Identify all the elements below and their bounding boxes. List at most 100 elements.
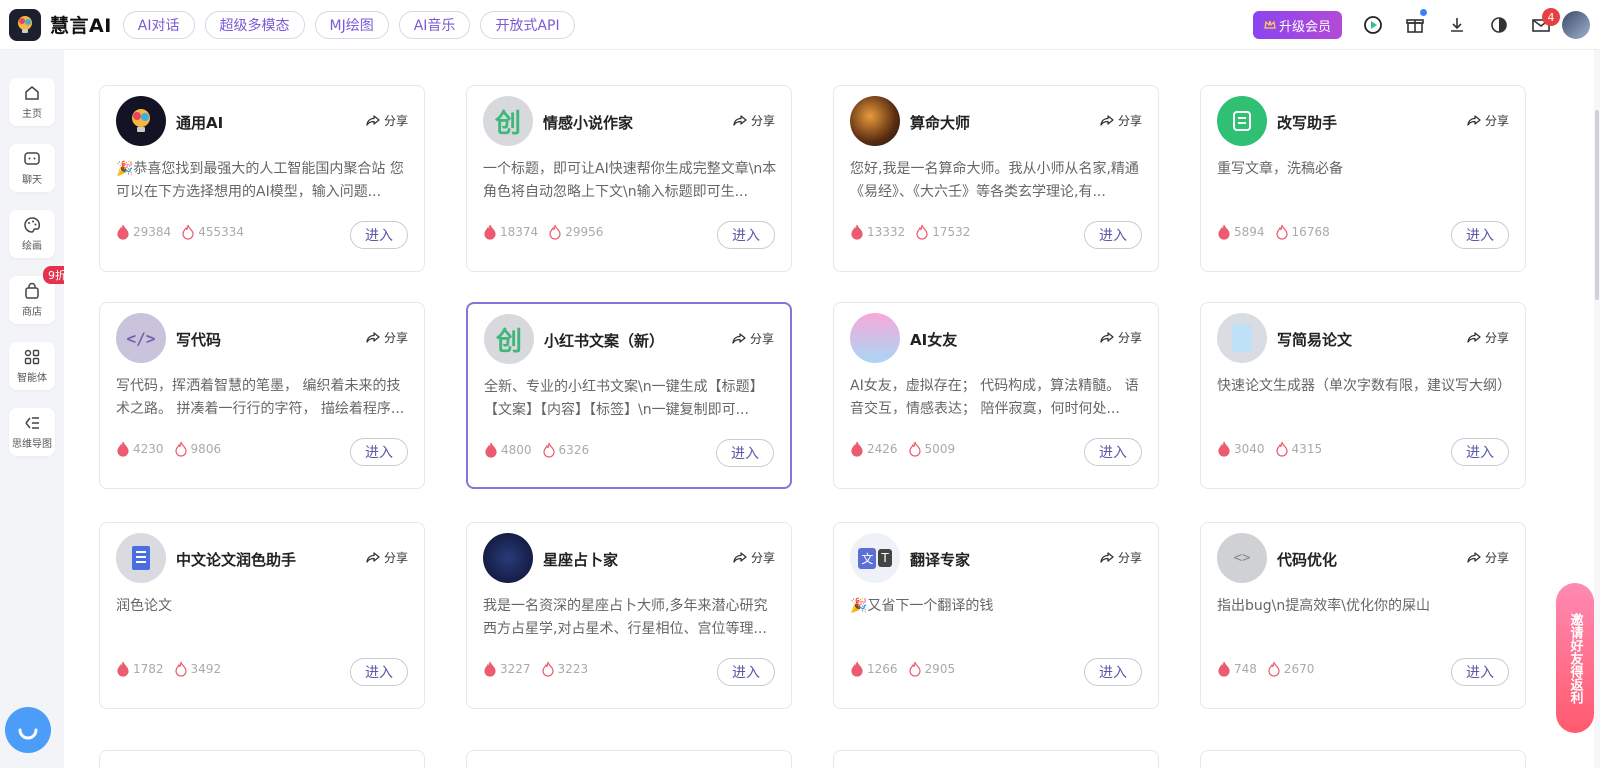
use-count: 17532 — [932, 225, 971, 239]
sidebar-item-label: 商店 — [22, 307, 42, 318]
sidebar-item-chat[interactable]: 聊天 — [9, 144, 55, 192]
enter-button[interactable]: 进入 — [717, 658, 775, 686]
hot-count: 748 — [1234, 662, 1257, 676]
enter-button[interactable]: 进入 — [1451, 438, 1509, 466]
sidebar-item-home[interactable]: 主页 — [9, 78, 55, 126]
user-avatar[interactable] — [1562, 11, 1590, 39]
share-button[interactable]: 分享 — [1099, 329, 1142, 346]
fire-icon — [1218, 661, 1230, 677]
enter-button[interactable]: 进入 — [350, 221, 408, 249]
use-count: 9806 — [190, 442, 222, 456]
fire-icon — [908, 661, 921, 677]
card-stats: 3227 3223 — [483, 661, 588, 677]
card-title: 写代码 — [176, 331, 222, 349]
hot-count: 3040 — [1234, 442, 1265, 456]
use-count: 2670 — [1283, 662, 1315, 676]
enter-button[interactable]: 进入 — [717, 221, 775, 249]
card-description: 🎉又省下一个翻译的钱 — [850, 598, 994, 614]
card-avatar — [116, 533, 166, 583]
share-button[interactable]: 分享 — [365, 549, 408, 566]
agent-card-partial[interactable] — [99, 750, 425, 768]
hot-count: 4800 — [501, 443, 532, 457]
share-icon — [1467, 551, 1481, 563]
share-label: 分享 — [1484, 551, 1509, 565]
card-title: 翻译专家 — [910, 551, 971, 569]
agent-card[interactable]: 改写助手 分享 重写文章，洗稿必备 5894 16768 进入 — [1200, 85, 1526, 272]
tab-open-api[interactable]: 开放式API — [480, 10, 575, 39]
tab-ai-chat[interactable]: AI对话 — [122, 10, 195, 39]
agent-card[interactable]: 星座占卜家 分享 我是一名资深的星座占卜大师,多年来潜心研究西方占星学,对占星术、行… — [466, 522, 792, 709]
play-button[interactable] — [1352, 0, 1394, 50]
theme-toggle[interactable] — [1478, 0, 1520, 50]
top-nav: AI对话 超级多模态 MJ绘图 AI音乐 开放式API — [122, 10, 575, 39]
card-title: 中文论文润色助手 — [176, 551, 297, 569]
agent-card[interactable]: AI女友 分享 AI女友，虚拟存在； 代码构成，算法精髓。 语音交互，情感表达； 陪… — [833, 302, 1159, 489]
enter-button[interactable]: 进入 — [716, 439, 774, 467]
mail-button[interactable]: 4 — [1520, 0, 1562, 50]
tab-mj-drawing[interactable]: MJ绘图 — [314, 10, 389, 39]
fire-icon — [485, 442, 497, 458]
share-button[interactable]: 分享 — [365, 112, 408, 129]
share-button[interactable]: 分享 — [1099, 549, 1142, 566]
card-description: 写代码，挥洒着智慧的笔墨， 编织着未来的技术之路。 拼凑着一行行的字符， 描绘着… — [116, 378, 405, 417]
gift-button[interactable] — [1394, 0, 1436, 50]
agent-card[interactable]: 创小红书文案（新） 分享 全新、专业的小红书文案\n一键生成【标题】【文案】【内容】… — [466, 302, 792, 489]
share-icon — [1100, 114, 1114, 126]
share-button[interactable]: 分享 — [1466, 549, 1509, 566]
share-button[interactable]: 分享 — [365, 329, 408, 346]
sidebar-item-draw[interactable]: 绘画 — [9, 210, 55, 258]
bag-icon — [25, 282, 39, 299]
scrollbar[interactable] — [1594, 50, 1600, 768]
agent-card-partial[interactable] — [833, 750, 1159, 768]
loading-indicator[interactable] — [5, 707, 51, 753]
enter-button[interactable]: 进入 — [1084, 658, 1142, 686]
agent-card[interactable]: <> 代码优化 分享 指出bug\n提高效率\优化你的屎山 748 2670 进入 — [1200, 522, 1526, 709]
home-icon — [25, 86, 39, 100]
enter-button[interactable]: 进入 — [350, 658, 408, 686]
invite-promo-banner[interactable]: 邀请好友得返利 — [1556, 583, 1594, 733]
agent-card-partial[interactable] — [466, 750, 792, 768]
share-label: 分享 — [750, 551, 775, 565]
agent-card[interactable]: 写简易论文 分享 快速论文生成器（单次字数有限，建议写大纲） 3040 4315 进入 — [1200, 302, 1526, 489]
enter-button[interactable]: 进入 — [1084, 438, 1142, 466]
share-label: 分享 — [383, 331, 408, 345]
tab-multimodal[interactable]: 超级多模态 — [204, 10, 305, 39]
sidebar-item-shop[interactable]: 商店 9折 — [9, 266, 71, 324]
agent-card[interactable]: 通用AI 分享 🎉恭喜您找到最强大的人工智能国内聚合站 您可以在下方选择想用的AI模… — [99, 85, 425, 272]
agent-card[interactable]: 算命大师 分享 您好,我是一名算命大师。我从小师从名家,精通《易经》、《大六壬》等各… — [833, 85, 1159, 272]
scroll-thumb[interactable] — [1595, 110, 1599, 300]
tab-ai-music[interactable]: AI音乐 — [398, 10, 471, 39]
agent-card[interactable]: </> 写代码 分享 写代码，挥洒着智慧的笔墨， 编织着未来的技术之路。 拼凑着一行行… — [99, 302, 425, 489]
fire-icon — [484, 661, 496, 677]
agent-card[interactable]: 文 T 翻译专家 分享 🎉又省下一个翻译的钱 1266 2905 进入 — [833, 522, 1159, 709]
card-description: 全新、专业的小红书文案\n一键生成【标题】【文案】【内容】【标签】\n一键复制即… — [484, 379, 764, 418]
share-button[interactable]: 分享 — [1099, 112, 1142, 129]
share-button[interactable]: 分享 — [731, 330, 774, 347]
upgrade-button[interactable]: 升级会员 — [1252, 11, 1342, 39]
share-label: 分享 — [1484, 331, 1509, 345]
gift-icon — [1406, 19, 1424, 33]
enter-button[interactable]: 进入 — [350, 438, 408, 466]
enter-button[interactable]: 进入 — [1451, 658, 1509, 686]
sidebar-item-agent[interactable]: 智能体 — [9, 342, 55, 390]
enter-button[interactable]: 进入 — [1451, 221, 1509, 249]
fire-icon — [182, 224, 194, 240]
download-button[interactable] — [1436, 0, 1478, 50]
card-avatar — [483, 533, 533, 583]
card-stats: 2426 5009 — [850, 441, 955, 457]
agent-card-partial[interactable] — [1200, 750, 1526, 768]
card-stats: 4800 6326 — [484, 442, 589, 458]
agent-card[interactable]: 创情感小说作家 分享 一个标题，即可让AI快速帮你生成完整文章\n本角色将自动忽略上… — [466, 85, 792, 272]
app-logo[interactable] — [9, 8, 41, 41]
share-button[interactable]: 分享 — [732, 112, 775, 129]
share-button[interactable]: 分享 — [1466, 112, 1509, 129]
agent-card[interactable]: 中文论文润色助手 分享 润色论文 1782 3492 进入 — [99, 522, 425, 709]
sidebar-item-mindmap[interactable]: 思维导图 — [9, 408, 55, 456]
sidebar-item-label: 思维导图 — [12, 439, 52, 450]
share-icon — [1100, 331, 1114, 343]
share-button[interactable]: 分享 — [732, 549, 775, 566]
card-avatar: 创 — [484, 314, 534, 364]
share-button[interactable]: 分享 — [1466, 329, 1509, 346]
enter-button[interactable]: 进入 — [1084, 221, 1142, 249]
use-count: 4315 — [1291, 442, 1323, 456]
